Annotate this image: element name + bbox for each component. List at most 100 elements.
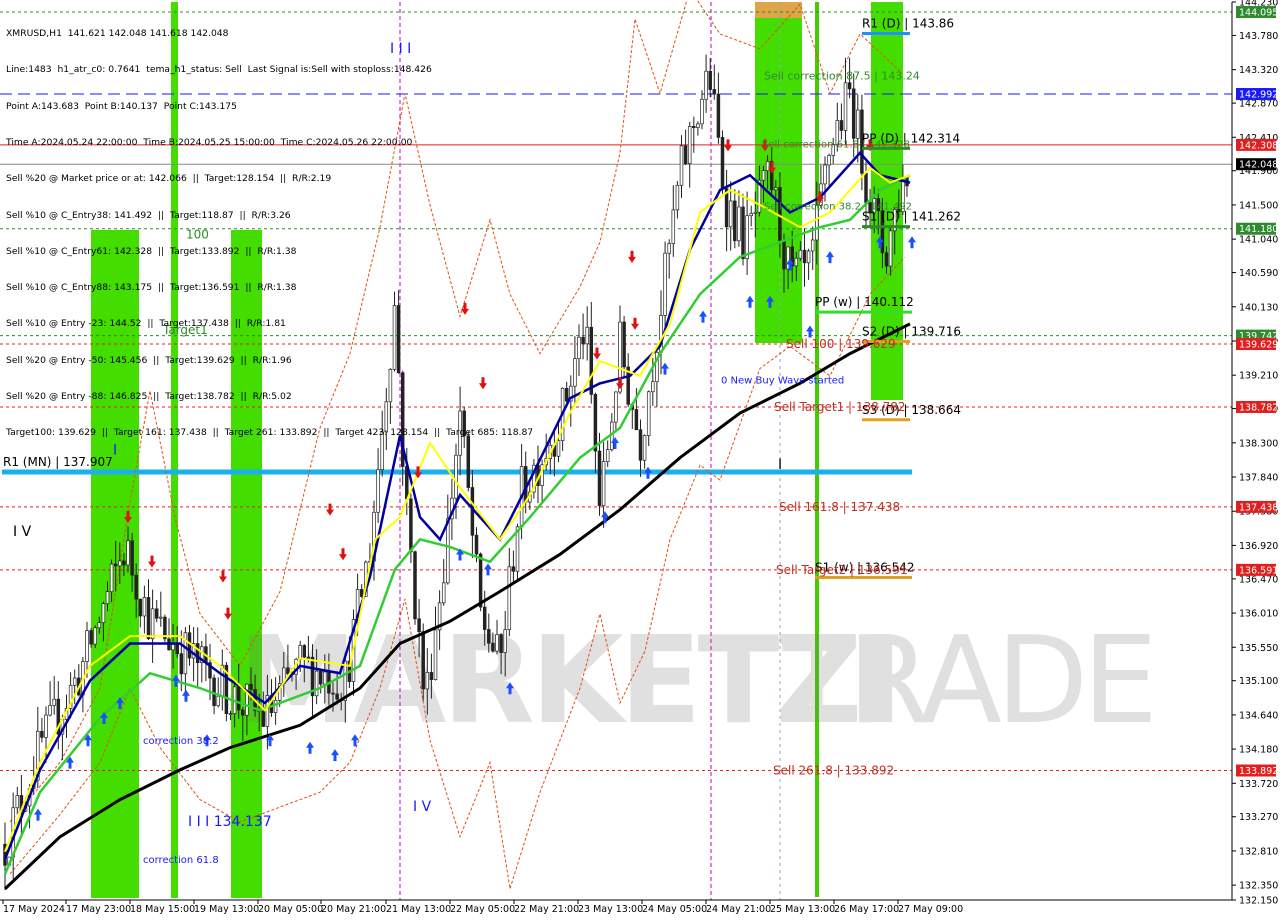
candle-body [93, 627, 97, 645]
up-arrow-icon [34, 808, 42, 821]
candle-body [429, 672, 434, 680]
candle-body [683, 145, 688, 164]
up-arrow-icon [699, 310, 707, 323]
y-tick-label: 132.810 [1239, 846, 1278, 857]
info-line: XMRUSD,H1 141.621 142.048 141.618 142.04… [6, 28, 229, 40]
y-tick-label: 138.300 [1239, 438, 1278, 449]
candle-body [142, 597, 147, 617]
candle-body [85, 630, 89, 662]
up-arrow-icon [182, 689, 190, 702]
x-tick-label: 20 May 05:00 [258, 904, 323, 915]
pivot-label: R1 (MN) | 137.907 [3, 455, 113, 469]
price-tag-label: 138.782 [1239, 402, 1278, 413]
candle-body [794, 257, 799, 267]
candle-body [687, 126, 692, 164]
candle-body [802, 249, 807, 264]
candle-body [745, 215, 749, 260]
info-line: Sell %10 @ Entry -23: 144.52 || Target:1… [6, 318, 286, 330]
candle-body [856, 109, 860, 139]
annotation-label: I [778, 457, 782, 473]
candle-body [109, 563, 114, 593]
candle-body [589, 326, 594, 395]
candle-body [376, 469, 380, 513]
candle-body [663, 252, 667, 316]
candle-body [228, 713, 233, 715]
down-arrow-icon [593, 347, 601, 360]
candle-body [753, 211, 758, 214]
candle-body [798, 249, 803, 259]
annotation-label: correction 38.2 [143, 736, 219, 747]
candle-body [425, 672, 430, 690]
y-tick-label: 135.100 [1239, 676, 1278, 687]
candle-body [712, 89, 717, 95]
x-tick-label: 27 May 09:00 [898, 904, 963, 915]
candle-body [597, 450, 602, 506]
price-axis: 144.230143.780143.320142.870142.410141.9… [1231, 0, 1280, 920]
candle-body [97, 622, 102, 629]
candle-body [105, 591, 110, 605]
candle-body [884, 252, 889, 267]
candle-body [446, 518, 450, 584]
info-line: Sell %10 @ C_Entry61: 142.328 || Target:… [6, 245, 297, 257]
candle-body [273, 700, 278, 714]
candle-body [216, 695, 220, 707]
y-tick-label: 139.210 [1239, 371, 1278, 382]
candle-body [888, 230, 893, 267]
candle-body [864, 172, 868, 203]
info-line: Sell %20 @ Entry -88: 146.825 || Target:… [6, 391, 292, 402]
candle-body [651, 381, 655, 393]
time-axis: 17 May 2024 17 May 23:0018 May 15:0019 Ma… [0, 899, 1232, 915]
candle-body [696, 123, 700, 129]
candle-body [556, 440, 561, 457]
price-tag-label: 142.048 [1239, 160, 1278, 171]
price-tag-label: 136.591 [1239, 565, 1278, 576]
annotation-label: correction 61.8 [143, 855, 219, 866]
candle-body [478, 553, 483, 608]
candle-body [741, 206, 745, 260]
candle-body [187, 632, 192, 659]
info-line: Sell %10 @ C_Entry38: 141.492 || Target:… [6, 209, 291, 221]
candle-body [179, 653, 184, 675]
candle-body [700, 98, 704, 125]
info-line: Time A:2024.05.24 22:00:00 Time B:2024.0… [6, 137, 413, 149]
down-arrow-icon [326, 503, 334, 516]
candle-body [720, 136, 725, 189]
up-arrow-icon [661, 362, 669, 375]
candle-body [421, 631, 425, 690]
pivot-label: R1 (D) | 143.86 [862, 17, 954, 31]
candle-body [487, 629, 491, 644]
candle-body [44, 714, 48, 738]
candle-body [671, 209, 676, 244]
candle-body [679, 145, 684, 186]
candle-body [581, 336, 585, 345]
annotation-label: Sell Target1 | 138.782 [774, 400, 906, 414]
down-arrow-icon [219, 570, 227, 583]
candle-body [716, 93, 721, 138]
watermark-right: TRADE [779, 612, 1152, 751]
up-arrow-icon [826, 251, 834, 264]
y-tick-label: 132.150 [1239, 896, 1278, 907]
price-tag-label: 144.095 [1239, 8, 1278, 19]
candle-body [195, 643, 200, 663]
y-tick-label: 136.920 [1239, 541, 1278, 552]
candle-body [491, 642, 495, 652]
y-tick-label: 140.590 [1239, 268, 1278, 279]
candle-body [728, 200, 733, 228]
candle-body [474, 534, 479, 555]
candle-body [298, 645, 302, 660]
candle-body [175, 644, 179, 655]
watermark: MARKETZI TRADE [238, 612, 1158, 751]
candle-body [454, 454, 458, 499]
candle-body [774, 187, 778, 191]
candle-body [761, 170, 766, 181]
annotation-label: I V [13, 524, 32, 540]
candle-body [622, 321, 626, 368]
price-tag-label: 137.438 [1239, 502, 1278, 513]
x-tick-label: 17 May 23:00 [66, 904, 131, 915]
info-line: Point A:143.683 Point B:140.137 Point C:… [6, 100, 237, 112]
price-tag-label: 142.992 [1239, 90, 1278, 101]
x-tick-label: 26 May 17:00 [834, 904, 899, 915]
candle-body [89, 630, 93, 645]
down-arrow-icon [631, 317, 639, 330]
up-arrow-icon [746, 295, 754, 308]
